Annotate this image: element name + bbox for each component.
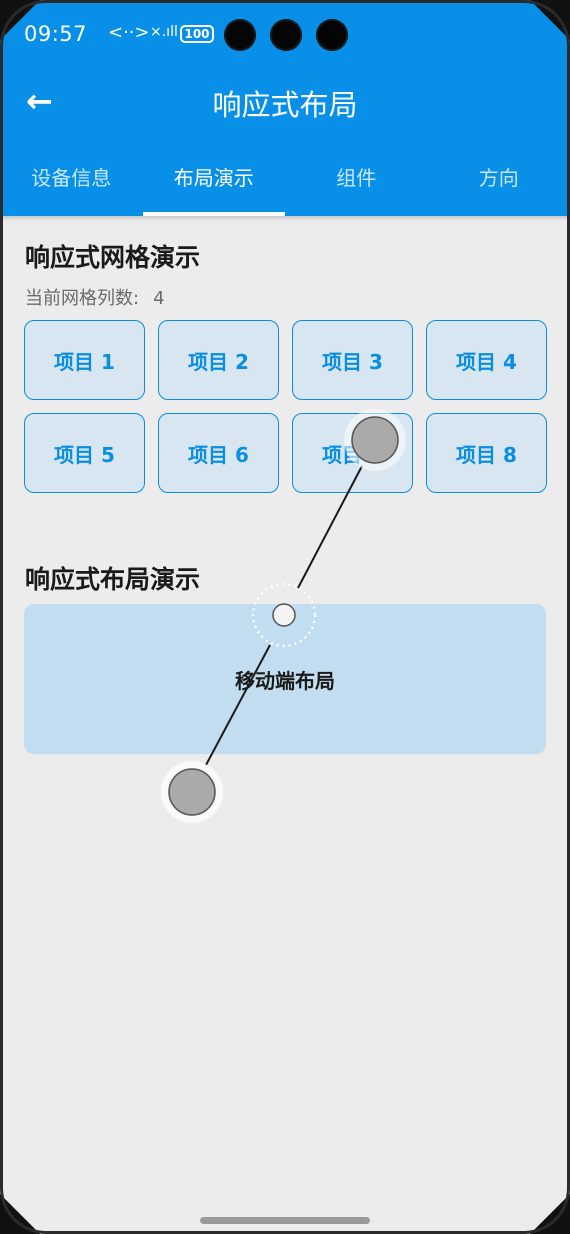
camera-hole: [270, 19, 302, 51]
grid-item[interactable]: 项目 7: [292, 413, 413, 493]
tab-indicator: [142, 212, 285, 216]
home-indicator[interactable]: [200, 1217, 370, 1224]
grid-item[interactable]: 项目 3: [292, 320, 413, 400]
camera-hole: [224, 19, 256, 51]
grid-columns-value: 4: [153, 288, 165, 309]
layout-section-title: 响应式布局演示: [25, 565, 201, 594]
grid-item[interactable]: 项目 5: [24, 413, 145, 493]
data-transfer-icon: <··>: [108, 22, 150, 43]
signal-icon: ×.ıll: [150, 24, 178, 40]
camera-hole: [316, 19, 348, 51]
tab-layout-demo[interactable]: 布局演示: [142, 150, 285, 216]
tab-label: 组件: [336, 166, 377, 190]
status-time: 09:57: [24, 22, 88, 46]
tab-label: 方向: [478, 166, 519, 190]
grid-columns-label: 当前网格列数:: [25, 288, 140, 309]
frame-corner: [0, 1194, 40, 1234]
tab-components[interactable]: 组件: [285, 150, 428, 216]
layout-box-label: 移动端布局: [235, 668, 335, 693]
responsive-grid: 项目 1 项目 2 项目 3 项目 4 项目 5 项目 6 项目 7 项目 8: [24, 320, 547, 493]
tab-label: 设备信息: [31, 166, 112, 190]
page-title: 响应式布局: [212, 88, 358, 122]
touch-halo: [161, 761, 223, 823]
layout-demo-box: 移动端布局: [24, 604, 546, 754]
grid-columns-info: 当前网格列数: 4: [25, 284, 165, 310]
status-bar: 09:57 <··> ×.ıll 100: [0, 0, 570, 70]
grid-item[interactable]: 项目 6: [158, 413, 279, 493]
frame-corner: [530, 1194, 570, 1234]
tab-orientation[interactable]: 方向: [428, 150, 570, 216]
tab-device-info[interactable]: 设备信息: [0, 150, 143, 216]
grid-item[interactable]: 项目 8: [426, 413, 547, 493]
grid-item[interactable]: 项目 2: [158, 320, 279, 400]
grid-item[interactable]: 项目 1: [24, 320, 145, 400]
grid-section-title: 响应式网格演示: [25, 243, 201, 272]
battery-icon: 100: [180, 25, 214, 43]
tab-bar: 设备信息 布局演示 组件 方向: [0, 150, 570, 216]
touch-point-icon: [168, 768, 216, 816]
tab-label: 布局演示: [173, 166, 254, 190]
app-header: 09:57 <··> ×.ıll 100 ← 响应式布局 设备信息 布局演示 组…: [0, 0, 570, 216]
grid-item[interactable]: 项目 4: [426, 320, 547, 400]
